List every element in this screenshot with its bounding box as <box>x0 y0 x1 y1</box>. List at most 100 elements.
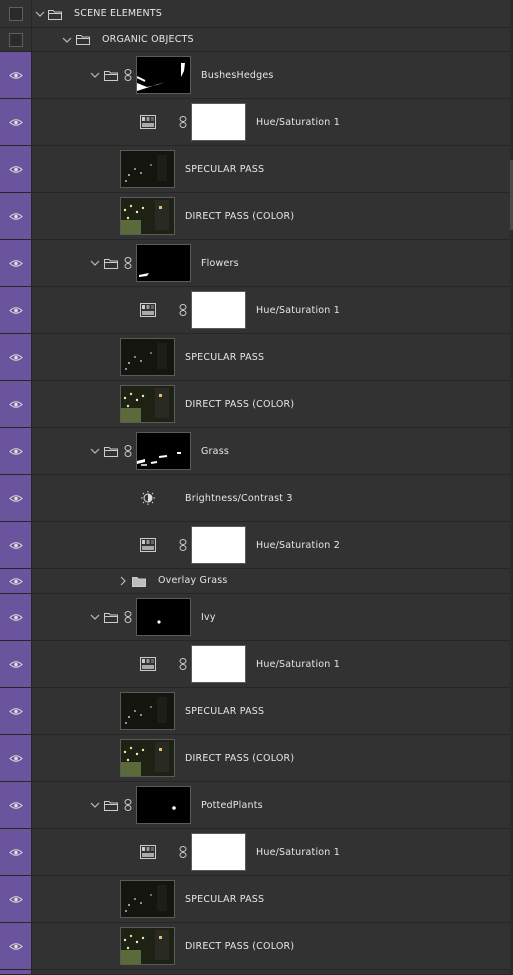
eye-icon[interactable] <box>8 447 23 456</box>
layer-group-ivy[interactable]: Ivy <box>0 594 510 641</box>
eye-icon[interactable] <box>8 942 23 951</box>
layer-mask-thumbnail[interactable] <box>191 526 246 564</box>
layer-mask-thumbnail[interactable] <box>191 103 246 141</box>
pixel-layer-direct-pass[interactable]: DIRECT PASS (COLOR) <box>0 193 510 240</box>
eye-icon[interactable] <box>8 613 23 622</box>
adjustment-layer-hue-saturation[interactable]: Hue/Saturation 1 <box>0 99 510 146</box>
visibility-toggle[interactable] <box>0 0 32 27</box>
chevron-down-icon[interactable] <box>90 258 100 268</box>
layer-mask-thumbnail[interactable] <box>191 645 246 683</box>
eye-icon[interactable] <box>8 895 23 904</box>
layer-mask-thumbnail[interactable] <box>191 291 246 329</box>
link-icon[interactable] <box>124 257 132 269</box>
visibility-off-box[interactable] <box>8 32 23 47</box>
visibility-off-box[interactable] <box>8 6 23 21</box>
eye-icon[interactable] <box>8 212 23 221</box>
visibility-toggle[interactable] <box>0 829 32 875</box>
layer-group-grass[interactable]: Grass <box>0 428 510 475</box>
chevron-down-icon[interactable] <box>35 9 45 19</box>
pixel-layer-specular-pass[interactable]: SPECULAR PASS <box>0 146 510 193</box>
link-icon[interactable] <box>179 658 187 670</box>
layer-mask-thumbnail[interactable] <box>191 833 246 871</box>
pixel-layer-direct-pass[interactable]: DIRECT PASS (COLOR) <box>0 735 510 782</box>
visibility-toggle[interactable] <box>0 923 32 969</box>
visibility-toggle[interactable] <box>0 381 32 427</box>
eye-icon[interactable] <box>8 165 23 174</box>
adjustment-layer-hue-saturation[interactable]: Hue/Saturation 1 <box>0 829 510 876</box>
eye-icon[interactable] <box>8 118 23 127</box>
visibility-toggle[interactable] <box>0 287 32 333</box>
visibility-toggle[interactable] <box>0 28 32 51</box>
layer-group-overlay-grass[interactable]: Overlay Grass <box>0 569 510 594</box>
layer-thumbnail[interactable] <box>120 150 175 188</box>
link-icon[interactable] <box>124 799 132 811</box>
layer-group-organic-objects[interactable]: ORGANIC OBJECTS <box>0 28 510 52</box>
eye-icon[interactable] <box>8 494 23 503</box>
layer-mask-thumbnail[interactable] <box>136 56 191 94</box>
visibility-toggle[interactable] <box>0 52 32 98</box>
layer-thumbnail[interactable] <box>120 197 175 235</box>
eye-icon[interactable] <box>8 306 23 315</box>
visibility-toggle[interactable] <box>0 594 32 640</box>
link-icon[interactable] <box>179 539 187 551</box>
eye-icon[interactable] <box>8 259 23 268</box>
pixel-layer-specular-pass[interactable]: SPECULAR PASS <box>0 688 510 735</box>
link-icon[interactable] <box>179 304 187 316</box>
layer-thumbnail[interactable] <box>120 880 175 918</box>
visibility-toggle[interactable] <box>0 146 32 192</box>
layer-group-bushes-hedges[interactable]: BushesHedges <box>0 52 510 99</box>
visibility-toggle[interactable] <box>0 569 32 593</box>
visibility-toggle[interactable] <box>0 334 32 380</box>
layer-mask-thumbnail[interactable] <box>136 432 191 470</box>
visibility-toggle[interactable] <box>0 782 32 828</box>
eye-icon[interactable] <box>8 353 23 362</box>
pixel-layer-specular-pass[interactable]: SPECULAR PASS <box>0 334 510 381</box>
layer-row-partial[interactable] <box>0 970 510 975</box>
eye-icon[interactable] <box>8 71 23 80</box>
eye-icon[interactable] <box>8 660 23 669</box>
eye-icon[interactable] <box>8 577 23 586</box>
visibility-toggle[interactable] <box>0 688 32 734</box>
layer-group-potted-plants[interactable]: PottedPlants <box>0 782 510 829</box>
chevron-right-icon[interactable] <box>118 576 128 586</box>
visibility-toggle[interactable] <box>0 99 32 145</box>
adjustment-layer-brightness-contrast[interactable]: Brightness/Contrast 3 <box>0 475 510 522</box>
adjustment-layer-hue-saturation[interactable]: Hue/Saturation 2 <box>0 522 510 569</box>
chevron-down-icon[interactable] <box>90 446 100 456</box>
eye-icon[interactable] <box>8 707 23 716</box>
eye-icon[interactable] <box>8 801 23 810</box>
pixel-layer-direct-pass[interactable]: DIRECT PASS (COLOR) <box>0 381 510 428</box>
visibility-toggle[interactable] <box>0 193 32 239</box>
layer-thumbnail[interactable] <box>120 927 175 965</box>
visibility-toggle[interactable] <box>0 641 32 687</box>
link-icon[interactable] <box>179 116 187 128</box>
visibility-toggle[interactable] <box>0 240 32 286</box>
visibility-toggle[interactable] <box>0 522 32 568</box>
layer-mask-thumbnail[interactable] <box>136 598 191 636</box>
layer-group-flowers[interactable]: Flowers <box>0 240 510 287</box>
layer-thumbnail[interactable] <box>120 338 175 376</box>
pixel-layer-direct-pass[interactable]: DIRECT PASS (COLOR) <box>0 923 510 970</box>
layer-thumbnail[interactable] <box>120 385 175 423</box>
visibility-toggle[interactable] <box>0 428 32 474</box>
visibility-toggle[interactable] <box>0 475 32 521</box>
chevron-down-icon[interactable] <box>90 612 100 622</box>
chevron-down-icon[interactable] <box>90 800 100 810</box>
eye-icon[interactable] <box>8 400 23 409</box>
adjustment-layer-hue-saturation[interactable]: Hue/Saturation 1 <box>0 641 510 688</box>
layer-mask-thumbnail[interactable] <box>136 786 191 824</box>
visibility-toggle[interactable] <box>0 876 32 922</box>
eye-icon[interactable] <box>8 848 23 857</box>
adjustment-layer-hue-saturation[interactable]: Hue/Saturation 1 <box>0 287 510 334</box>
link-icon[interactable] <box>124 611 132 623</box>
link-icon[interactable] <box>179 846 187 858</box>
layer-thumbnail[interactable] <box>120 739 175 777</box>
visibility-toggle[interactable] <box>0 970 32 974</box>
eye-icon[interactable] <box>8 754 23 763</box>
eye-icon[interactable] <box>8 541 23 550</box>
chevron-down-icon[interactable] <box>62 35 72 45</box>
layer-thumbnail[interactable] <box>120 692 175 730</box>
chevron-down-icon[interactable] <box>90 70 100 80</box>
layer-mask-thumbnail[interactable] <box>136 244 191 282</box>
link-icon[interactable] <box>124 445 132 457</box>
